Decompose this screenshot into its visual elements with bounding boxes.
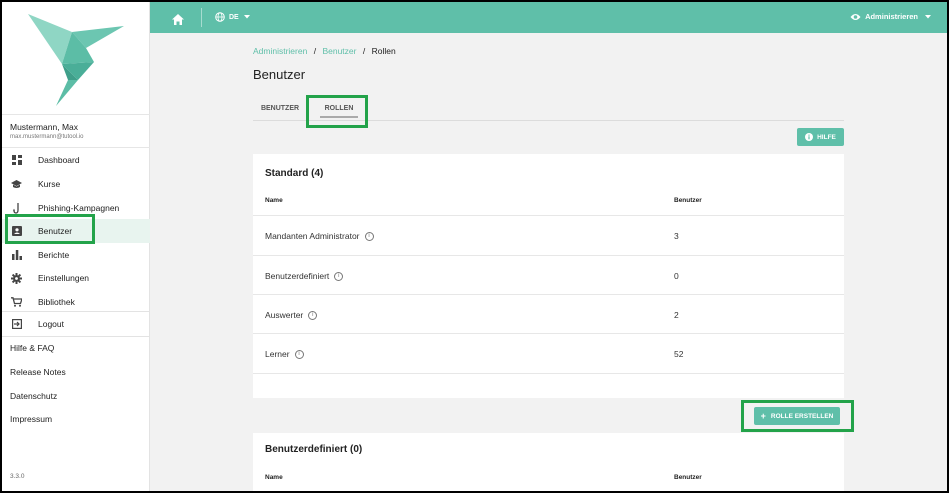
divider — [2, 336, 150, 337]
app-frame: Mustermann, Max max.mustermann@tutool.io… — [2, 2, 947, 491]
language-selector[interactable]: DE — [215, 12, 250, 22]
sidebar-item-kurse[interactable]: Kurse — [2, 172, 150, 196]
app-version: 3.3.0 — [10, 473, 25, 480]
imprint-link[interactable]: Impressum — [10, 414, 52, 424]
role-switcher[interactable]: Administrieren — [850, 12, 931, 21]
custom-roles-card: Benutzerdefiniert (0) Name Benutzer — [253, 433, 844, 491]
role-user-count: 2 — [674, 310, 679, 320]
privacy-link[interactable]: Datenschutz — [10, 391, 57, 401]
sidebar-item-label: Berichte — [38, 250, 70, 260]
sidebar-item-label: Bibliothek — [38, 297, 75, 307]
breadcrumb-separator: / — [362, 46, 366, 56]
logout-button[interactable]: Logout — [2, 312, 150, 336]
plus-icon: + — [760, 410, 766, 421]
fishhook-icon — [11, 202, 22, 214]
info-icon[interactable]: i — [334, 271, 344, 281]
role-name-cell: Lerner i — [265, 349, 304, 359]
toolbar-separator — [201, 8, 202, 27]
create-role-button[interactable]: + ROLLE ERSTELLEN — [754, 407, 840, 425]
sidebar-item-einstellungen[interactable]: Einstellungen — [2, 266, 150, 290]
eye-icon — [850, 13, 861, 21]
info-icon[interactable]: i — [294, 349, 304, 359]
tab-rollen[interactable]: ROLLEN — [311, 96, 367, 121]
column-header-users: Benutzer — [674, 474, 702, 481]
column-header-users: Benutzer — [674, 197, 702, 204]
gear-icon — [11, 272, 22, 284]
role-name-cell: Benutzerdefiniert i — [265, 271, 344, 281]
tab-benutzer[interactable]: BENUTZER — [253, 96, 307, 121]
chevron-down-icon — [243, 15, 250, 19]
graduation-cap-icon — [11, 179, 22, 190]
sidebar-item-label: Kurse — [38, 179, 61, 189]
role-label: Administrieren — [865, 12, 918, 21]
table-row[interactable]: Mandanten Administrator i 3 — [253, 215, 844, 255]
sidebar-item-berichte[interactable]: Berichte — [2, 243, 150, 267]
help-label: HILFE — [817, 133, 836, 141]
page-title: Benutzer — [253, 67, 306, 82]
cart-icon — [11, 297, 22, 308]
user-profile: Mustermann, Max max.mustermann@tutool.io — [2, 114, 150, 148]
sidebar: Mustermann, Max max.mustermann@tutool.io… — [2, 2, 150, 491]
user-email: max.mustermann@tutool.io — [10, 134, 84, 140]
dashboard-icon — [11, 155, 22, 166]
card-title: Standard (4) — [265, 168, 324, 179]
logout-icon — [11, 319, 22, 330]
standard-roles-card: Standard (4) Name Benutzer Mandanten Adm… — [253, 154, 844, 398]
column-header-name: Name — [265, 197, 283, 204]
role-user-count: 52 — [674, 349, 684, 359]
breadcrumb: Administrieren / Benutzer / Rollen — [253, 46, 396, 56]
role-user-count: 3 — [674, 231, 679, 241]
info-icon[interactable]: i — [364, 231, 374, 241]
info-icon — [805, 133, 814, 141]
sidebar-item-benutzer[interactable]: Benutzer — [2, 219, 150, 243]
role-name-cell: Auswerter i — [265, 310, 318, 320]
release-notes-link[interactable]: Release Notes — [10, 367, 66, 377]
language-label: DE — [229, 13, 239, 21]
role-name: Lerner — [265, 349, 290, 359]
sidebar-item-label: Einstellungen — [38, 273, 90, 283]
tab-bar: BENUTZER ROLLEN — [253, 96, 844, 121]
column-header-name: Name — [265, 474, 283, 481]
help-button[interactable]: HILFE — [797, 128, 844, 146]
top-bar: DE Administrieren — [150, 2, 947, 33]
logo[interactable] — [2, 2, 150, 114]
create-role-label: ROLLE ERSTELLEN — [770, 412, 834, 420]
bar-chart-icon — [11, 250, 22, 261]
help-faq-link[interactable]: Hilfe & FAQ — [10, 343, 54, 353]
breadcrumb-link[interactable]: Benutzer — [322, 46, 356, 56]
role-name: Mandanten Administrator — [265, 231, 360, 241]
table-footer — [253, 373, 844, 398]
sidebar-item-label: Phishing-Kampagnen — [38, 203, 120, 213]
globe-icon — [215, 12, 225, 22]
info-icon[interactable]: i — [308, 310, 318, 320]
contact-card-icon — [11, 226, 22, 237]
table-row[interactable]: Benutzerdefiniert i 0 — [253, 255, 844, 295]
card-title: Benutzerdefiniert (0) — [265, 444, 363, 455]
sidebar-item-label: Benutzer — [38, 226, 73, 236]
role-name: Auswerter — [265, 310, 304, 320]
chevron-down-icon — [925, 14, 931, 19]
sidebar-item-label: Dashboard — [38, 155, 80, 165]
breadcrumb-current: Rollen — [371, 46, 396, 56]
role-name: Benutzerdefiniert — [265, 271, 330, 281]
role-name-cell: Mandanten Administrator i — [265, 231, 374, 241]
sidebar-item-dashboard[interactable]: Dashboard — [2, 148, 150, 172]
breadcrumb-separator: / — [313, 46, 317, 56]
user-name: Mustermann, Max — [10, 122, 79, 132]
logout-label: Logout — [38, 319, 64, 329]
breadcrumb-link[interactable]: Administrieren — [253, 46, 307, 56]
home-icon[interactable] — [172, 12, 184, 25]
sidebar-item-phishing[interactable]: Phishing-Kampagnen — [2, 196, 150, 220]
table-row[interactable]: Auswerter i 2 — [253, 294, 844, 334]
table-row[interactable]: Lerner i 52 — [253, 333, 844, 373]
role-user-count: 0 — [674, 271, 679, 281]
